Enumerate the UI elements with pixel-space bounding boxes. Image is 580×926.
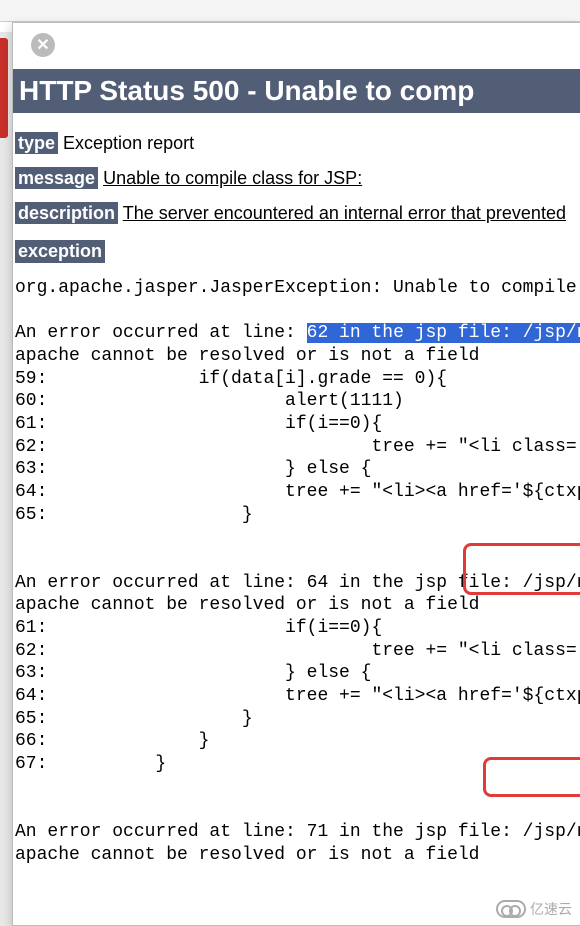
message-label: message — [15, 167, 98, 189]
meta-type: type Exception report — [13, 133, 580, 154]
exception-label: exception — [15, 240, 105, 263]
watermark: 亿速云 — [496, 899, 572, 919]
type-label: type — [15, 132, 58, 154]
error-popup: ✕ HTTP Status 500 - Unable to comp type … — [12, 22, 580, 926]
stack-trace-1: org.apache.jasper.JasperException: Unabl… — [13, 277, 580, 866]
side-tab-indicator — [0, 38, 8, 138]
watermark-icon — [496, 900, 526, 918]
meta-message: message Unable to compile class for JSP: — [13, 168, 580, 189]
message-value: Unable to compile class for JSP: — [103, 168, 362, 188]
status-title: HTTP Status 500 - Unable to comp — [13, 69, 580, 113]
error-content: HTTP Status 500 - Unable to comp type Ex… — [13, 69, 580, 866]
browser-top-bar — [0, 0, 580, 22]
description-value: The server encountered an internal error… — [123, 203, 566, 223]
close-icon[interactable]: ✕ — [31, 33, 55, 57]
type-value: Exception report — [63, 133, 194, 153]
meta-description: description The server encountered an in… — [13, 203, 580, 224]
watermark-text: 亿速云 — [530, 899, 572, 919]
description-label: description — [15, 202, 118, 224]
highlighted-error-line: 62 in the jsp file: /jsp/newfr — [307, 323, 580, 343]
